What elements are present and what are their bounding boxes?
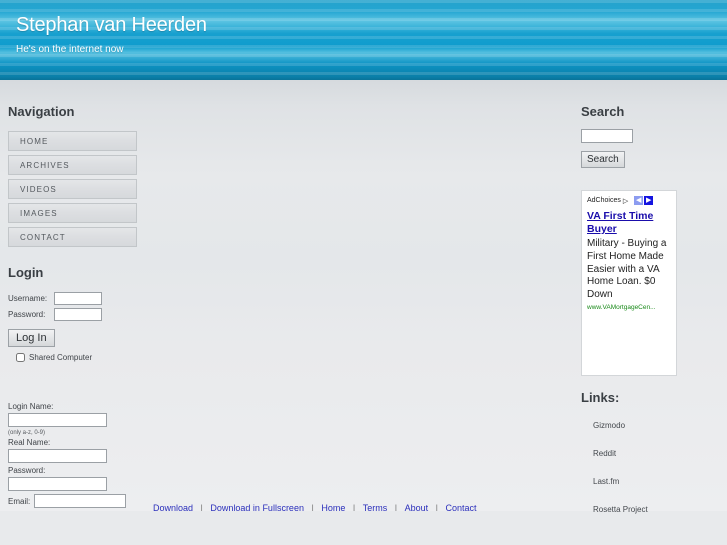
footer-link-download[interactable]: Download: [153, 503, 193, 511]
list-item: Last.fm: [593, 471, 719, 489]
adchoices-label[interactable]: AdChoices: [587, 197, 621, 204]
footer-link-contact[interactable]: Contact: [446, 503, 477, 511]
real-name-input[interactable]: [8, 449, 107, 463]
ad-next-arrow-icon[interactable]: ▶: [644, 196, 654, 205]
register-form: Login Name: (only a-z, 0-9) Real Name: P…: [8, 402, 162, 508]
username-input[interactable]: [54, 292, 102, 305]
password-label: Password:: [8, 310, 46, 319]
footer-separator: |: [352, 503, 356, 511]
footer: Download | Download in Fullscreen | Home…: [0, 501, 727, 511]
footer-link-home[interactable]: Home: [321, 503, 345, 511]
advertisement-box: AdChoices ▷ ◀ ▶ VA First Time Buyer Mili…: [581, 190, 677, 376]
right-sidebar: Search Search AdChoices ▷ ◀ ▶ VA First T…: [581, 80, 727, 527]
adchoices-triangle-icon[interactable]: ▷: [623, 197, 628, 205]
shared-computer-label: Shared Computer: [29, 353, 93, 362]
ad-nav-arrows: ◀ ▶: [634, 196, 654, 205]
login-name-hint: (only a-z, 0-9): [8, 430, 46, 436]
login-name-input[interactable]: [8, 413, 107, 427]
username-row: Username:: [8, 292, 162, 305]
footer-separator: |: [311, 503, 314, 511]
footer-link-terms[interactable]: Terms: [363, 503, 388, 511]
register-password-label: Password:: [8, 466, 46, 475]
ad-body-text: Military - Buying a First Home Made Easi…: [587, 238, 667, 300]
link-lastfm[interactable]: Last.fm: [593, 477, 619, 486]
footer-separator: |: [435, 503, 438, 511]
page-title: Stephan van Heerden: [16, 14, 207, 36]
password-input[interactable]: [54, 308, 102, 321]
sidebar-item-contact[interactable]: CONTACT: [8, 227, 137, 247]
search-input[interactable]: [581, 129, 633, 143]
footer-link-about[interactable]: About: [405, 503, 429, 511]
shared-computer-row: Shared Computer: [8, 353, 162, 362]
search-heading: Search: [581, 104, 625, 119]
footer-separator: |: [200, 503, 203, 511]
footer-links: Download | Download in Fullscreen | Home…: [150, 503, 480, 511]
login-name-label: Login Name:: [8, 402, 54, 411]
username-label: Username:: [8, 294, 48, 303]
register-password-input[interactable]: [8, 477, 107, 491]
links-section: Links: Gizmodo Reddit Last.fm Rosetta Pr…: [581, 390, 719, 517]
login-heading: Login: [8, 265, 44, 280]
page-body: Navigation HOME ARCHIVES VIDEOS IMAGES C…: [0, 80, 727, 514]
navigation-heading: Navigation: [8, 104, 75, 119]
site-header: Stephan van Heerden He's on the internet…: [0, 0, 727, 80]
shared-computer-checkbox[interactable]: [16, 353, 25, 362]
login-form: Login Username: Password: Log In Shared …: [8, 265, 162, 362]
sidebar-item-videos[interactable]: VIDEOS: [8, 179, 137, 199]
navigation-list: HOME ARCHIVES VIDEOS IMAGES CONTACT: [8, 131, 162, 247]
search-button[interactable]: Search: [581, 151, 625, 168]
ad-header: AdChoices ▷ ◀ ▶: [587, 196, 671, 205]
sidebar-item-home[interactable]: HOME: [8, 131, 137, 151]
footer-link-download-fullscreen[interactable]: Download in Fullscreen: [210, 503, 304, 511]
ad-title-link[interactable]: VA First Time Buyer: [587, 210, 671, 236]
sidebar-item-images[interactable]: IMAGES: [8, 203, 137, 223]
log-in-button[interactable]: Log In: [8, 329, 55, 347]
ad-display-url: www.VAMortgageCen...: [587, 303, 656, 311]
password-row: Password:: [8, 308, 162, 321]
link-gizmodo[interactable]: Gizmodo: [593, 421, 625, 430]
sidebar-item-archives[interactable]: ARCHIVES: [8, 155, 137, 175]
site-tagline: He's on the internet now: [16, 44, 124, 55]
ad-previous-arrow-icon[interactable]: ◀: [634, 196, 644, 205]
links-heading: Links:: [581, 390, 620, 405]
real-name-label: Real Name:: [8, 438, 51, 447]
link-reddit[interactable]: Reddit: [593, 449, 616, 458]
list-item: Gizmodo: [593, 415, 719, 433]
left-sidebar: Navigation HOME ARCHIVES VIDEOS IMAGES C…: [0, 80, 170, 508]
footer-separator: |: [394, 503, 398, 511]
list-item: Reddit: [593, 443, 719, 461]
